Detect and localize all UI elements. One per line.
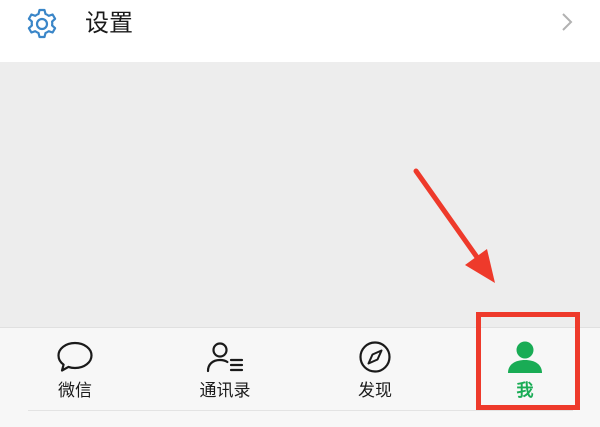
tab-chats[interactable]: 微信 (20, 340, 130, 416)
divider (28, 410, 573, 411)
arrow-icon (413, 168, 495, 283)
chevron-right-icon (562, 13, 573, 31)
tab-discover[interactable]: 发现 (320, 340, 430, 416)
chat-bubble-icon (57, 341, 93, 372)
contacts-icon (206, 342, 244, 373)
settings-label: 设置 (85, 9, 133, 37)
content-area (0, 62, 600, 327)
highlight-box (476, 312, 580, 410)
gear-icon (27, 8, 57, 39)
compass-icon (359, 341, 391, 373)
tab-contacts[interactable]: 通讯录 (170, 340, 280, 416)
tab-discover-label: 发现 (358, 381, 392, 401)
tab-chats-label: 微信 (58, 381, 92, 401)
settings-row[interactable]: 设置 (0, 0, 600, 62)
tab-contacts-label: 通讯录 (199, 381, 251, 401)
